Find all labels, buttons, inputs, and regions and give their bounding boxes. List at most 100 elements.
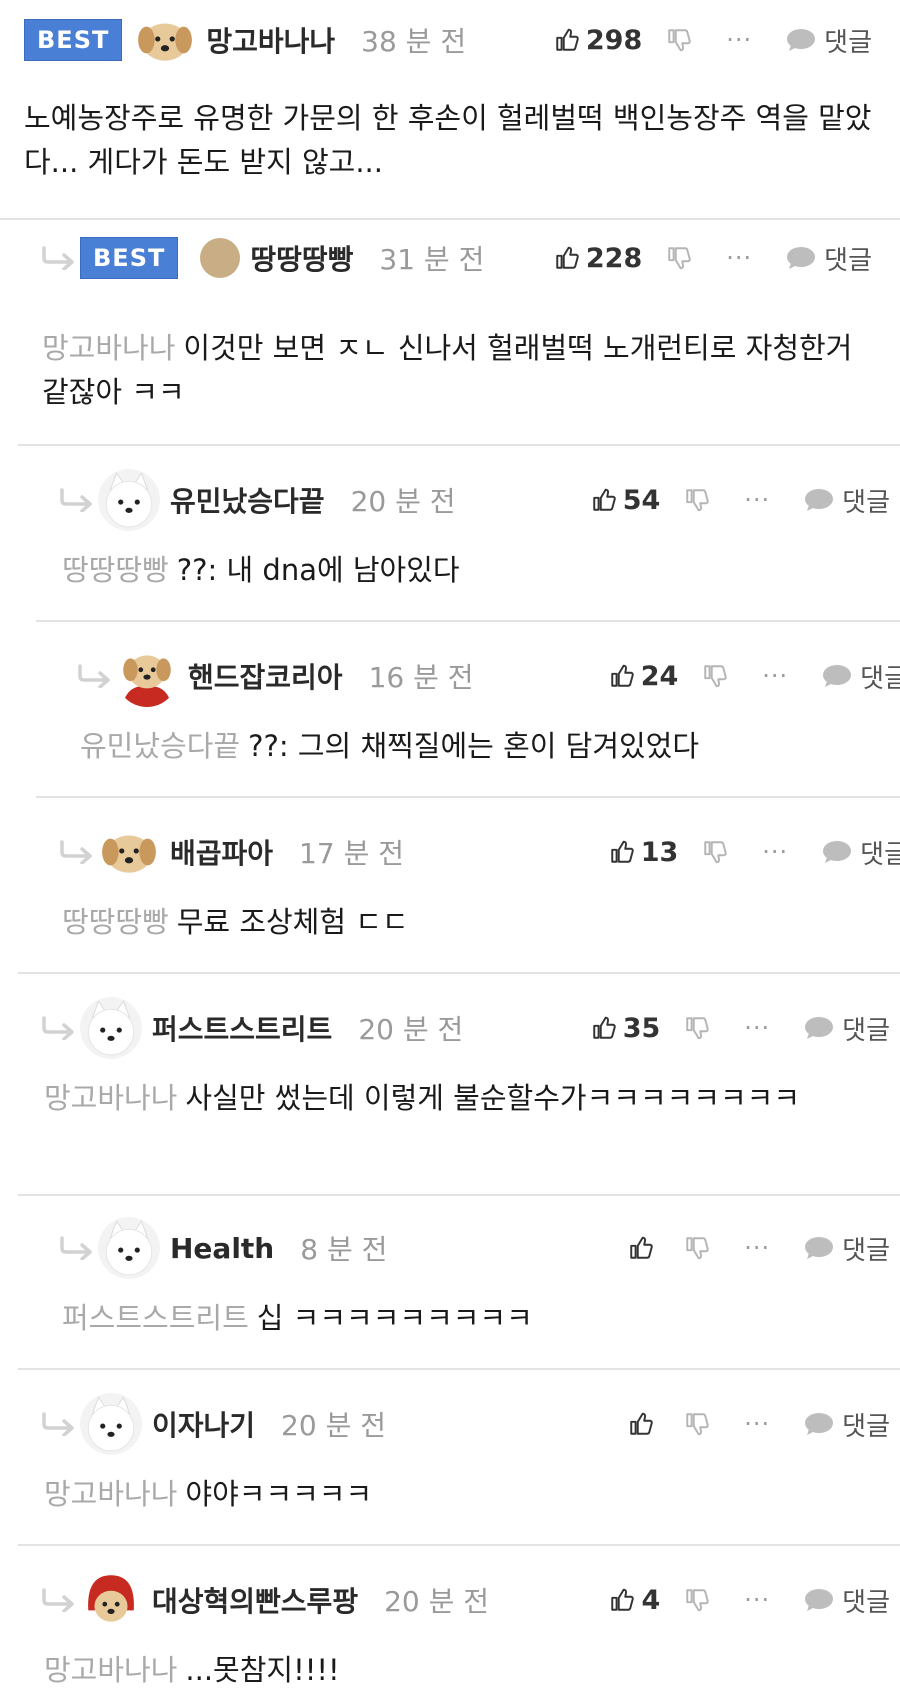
more-options-icon[interactable]: ··· bbox=[726, 26, 752, 54]
reply-button[interactable]: 댓글 bbox=[804, 1582, 890, 1619]
mention[interactable]: 망고바나나 bbox=[44, 1653, 177, 1687]
like-button[interactable]: 298 bbox=[532, 25, 642, 56]
username[interactable]: 배곱파아 bbox=[170, 832, 273, 872]
like-button[interactable]: 13 bbox=[568, 837, 678, 868]
like-button[interactable]: 4 bbox=[550, 1585, 660, 1616]
username[interactable]: 퍼스트스트리트 bbox=[152, 1008, 332, 1048]
reply-label: 댓글 bbox=[860, 663, 900, 694]
like-button[interactable] bbox=[550, 1411, 660, 1437]
username[interactable]: 핸드잡코리아 bbox=[188, 656, 343, 696]
comment-item: Health 8 분 전 ··· 댓글 퍼스트스트리트 십 ㅋㅋㅋㅋㅋㅋㅋㅋㅋ bbox=[18, 1194, 900, 1370]
thumb-down-icon bbox=[684, 1587, 710, 1613]
like-button[interactable]: 24 bbox=[568, 661, 678, 692]
username[interactable]: Health bbox=[170, 1232, 274, 1265]
username[interactable]: 땅땅땅빵 bbox=[250, 238, 353, 278]
comment-item: BEST 망고바나나 38 분 전 298 ··· 댓글 노예농장주로 유명한 … bbox=[0, 0, 900, 218]
dislike-button[interactable] bbox=[702, 839, 728, 865]
avatar[interactable] bbox=[80, 1569, 142, 1631]
comment-body: 망고바나나 이것만 보면 ㅈㄴ 신나서 헐래벌떡 노개런티로 자청한거같잖아 ㅋㅋ bbox=[42, 326, 862, 414]
avatar[interactable] bbox=[80, 997, 142, 1059]
dislike-button[interactable] bbox=[666, 27, 692, 53]
timestamp: 20 분 전 bbox=[384, 1585, 490, 1618]
like-button[interactable]: 35 bbox=[550, 1013, 660, 1044]
more-options-icon[interactable]: ··· bbox=[744, 1234, 770, 1262]
dislike-button[interactable] bbox=[684, 1235, 710, 1261]
avatar[interactable] bbox=[200, 238, 241, 278]
comment-body: 망고바나나 ...못참지!!!! bbox=[44, 1648, 844, 1692]
thumb-up-icon bbox=[628, 1411, 654, 1437]
comment-text: ...못참지!!!! bbox=[185, 1653, 340, 1687]
comment-body: 노예농장주로 유명한 가문의 한 후손이 헐레벌떡 백인농장주 역을 맡았다..… bbox=[24, 96, 874, 184]
reply-arrow-icon bbox=[40, 1588, 76, 1612]
thumb-down-icon bbox=[702, 839, 728, 865]
thumb-down-icon bbox=[684, 1235, 710, 1261]
thumb-up-icon bbox=[609, 663, 635, 689]
speech-bubble-icon bbox=[804, 1016, 834, 1040]
timestamp: 20 분 전 bbox=[281, 1409, 386, 1442]
dislike-button[interactable] bbox=[684, 487, 710, 513]
reply-arrow-icon bbox=[40, 1016, 76, 1040]
comment-text: 야야ㅋㅋㅋㅋㅋ bbox=[185, 1477, 373, 1511]
like-count: 298 bbox=[585, 24, 643, 56]
dislike-button[interactable] bbox=[684, 1015, 710, 1041]
avatar[interactable] bbox=[134, 9, 196, 71]
reply-button[interactable]: 댓글 bbox=[804, 1230, 890, 1267]
avatar[interactable] bbox=[98, 1217, 160, 1279]
comment-item: 대상혁의빤스루팡 20 분 전 4 ··· 댓글 망고바나나 ...못참지!!!! bbox=[18, 1544, 900, 1699]
thumb-down-icon bbox=[666, 27, 692, 53]
mention[interactable]: 퍼스트스트리트 bbox=[62, 1301, 249, 1335]
comment-text: 노예농장주로 유명한 가문의 한 후손이 헐레벌떡 백인농장주 역을 맡았다..… bbox=[24, 101, 872, 179]
like-button[interactable]: 54 bbox=[550, 485, 660, 516]
reply-button[interactable]: 댓글 bbox=[804, 1010, 890, 1047]
reply-button[interactable]: 댓글 bbox=[786, 22, 872, 59]
comment-item: 퍼스트스트리트 20 분 전 35 ··· 댓글 망고바나나 사실만 썼는데 이렇… bbox=[18, 972, 900, 1196]
mention[interactable]: 망고바나나 bbox=[44, 1081, 177, 1115]
dislike-button[interactable] bbox=[684, 1411, 710, 1437]
comment-item: 유민났승다끝 20 분 전 54 ··· 댓글 땅땅땅빵??: 내 dna에 남… bbox=[18, 444, 900, 622]
thumb-up-icon bbox=[591, 1015, 617, 1041]
more-options-icon[interactable]: ··· bbox=[744, 1410, 770, 1438]
like-button[interactable]: 228 bbox=[532, 243, 642, 274]
username[interactable]: 이자나기 bbox=[152, 1404, 255, 1444]
more-options-icon[interactable]: ··· bbox=[762, 662, 788, 690]
like-count: 228 bbox=[585, 242, 643, 274]
username[interactable]: 유민났승다끝 bbox=[170, 480, 325, 520]
like-button[interactable] bbox=[550, 1235, 660, 1261]
like-count: 4 bbox=[641, 1584, 661, 1616]
like-count: 13 bbox=[640, 836, 679, 868]
more-options-icon[interactable]: ··· bbox=[726, 244, 752, 272]
avatar[interactable] bbox=[98, 469, 160, 531]
username[interactable]: 망고바나나 bbox=[206, 20, 335, 60]
more-options-icon[interactable]: ··· bbox=[744, 1014, 770, 1042]
username[interactable]: 대상혁의빤스루팡 bbox=[152, 1580, 358, 1620]
reply-button[interactable]: 댓글 bbox=[786, 240, 872, 277]
timestamp: 16 분 전 bbox=[368, 661, 474, 694]
mention[interactable]: 망고바나나 bbox=[42, 331, 175, 365]
more-options-icon[interactable]: ··· bbox=[744, 1586, 770, 1614]
mention[interactable]: 땅땅땅빵 bbox=[62, 905, 169, 939]
avatar[interactable] bbox=[116, 645, 178, 707]
more-options-icon[interactable]: ··· bbox=[744, 486, 770, 514]
thumb-up-icon bbox=[554, 27, 580, 53]
dislike-button[interactable] bbox=[702, 663, 728, 689]
comment-text: 십 ㅋㅋㅋㅋㅋㅋㅋㅋㅋ bbox=[256, 1301, 533, 1335]
reply-button[interactable]: 댓글 bbox=[804, 1406, 890, 1443]
reply-button[interactable]: 댓글 bbox=[804, 482, 890, 519]
mention[interactable]: 유민났승다끝 bbox=[80, 729, 240, 763]
dislike-button[interactable] bbox=[684, 1587, 710, 1613]
reply-button[interactable]: 댓글 bbox=[822, 658, 900, 695]
reply-button[interactable]: 댓글 bbox=[822, 834, 900, 871]
more-options-icon[interactable]: ··· bbox=[762, 838, 788, 866]
mention[interactable]: 망고바나나 bbox=[44, 1477, 177, 1511]
timestamp: 20 분 전 bbox=[350, 485, 456, 518]
dislike-button[interactable] bbox=[666, 245, 692, 271]
mention[interactable]: 땅땅땅빵 bbox=[62, 553, 169, 587]
reply-label: 댓글 bbox=[842, 1587, 890, 1618]
comment-body: 망고바나나 야야ㅋㅋㅋㅋㅋ bbox=[44, 1472, 844, 1516]
timestamp: 31 분 전 bbox=[379, 243, 485, 276]
thumb-down-icon bbox=[702, 663, 728, 689]
thumb-up-icon bbox=[609, 839, 635, 865]
avatar[interactable] bbox=[98, 821, 160, 883]
avatar[interactable] bbox=[80, 1393, 142, 1455]
reply-arrow-icon bbox=[40, 246, 76, 270]
